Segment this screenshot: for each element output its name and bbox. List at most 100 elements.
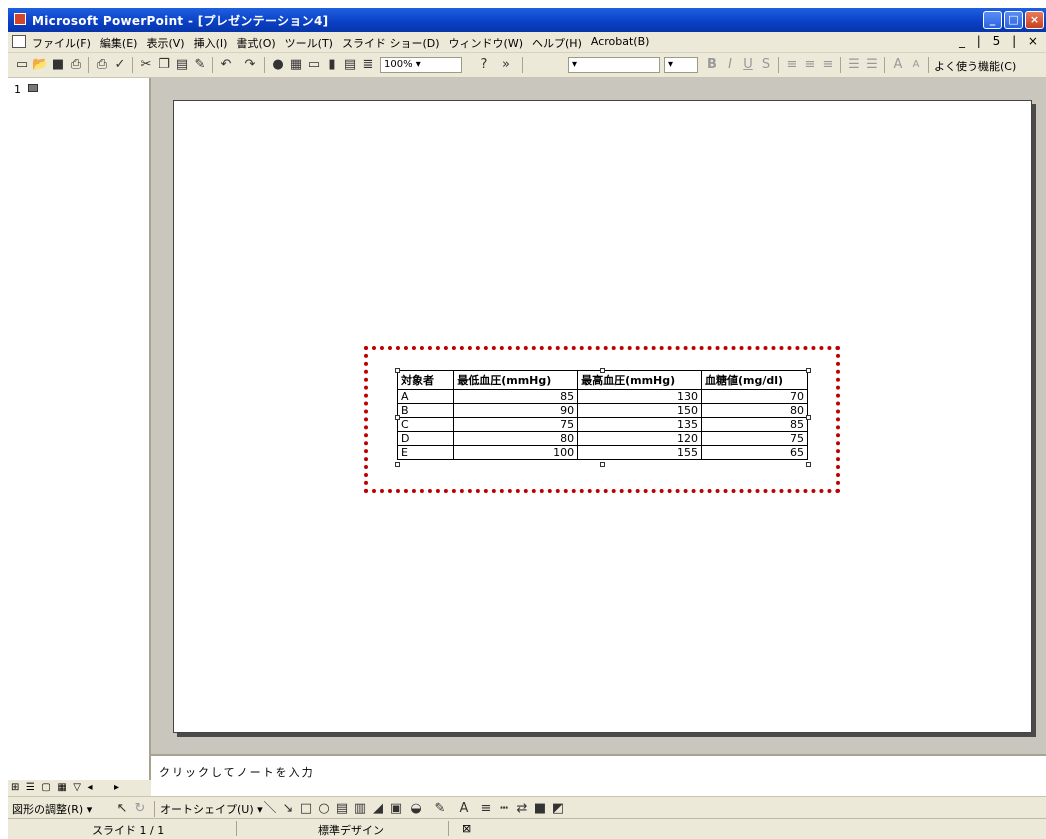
resize-handle-bottom-left[interactable] xyxy=(395,462,400,467)
hyperlink-icon[interactable]: ● xyxy=(270,57,286,73)
table-cell[interactable]: 120 xyxy=(577,431,702,446)
menu-edit[interactable]: 編集(E) xyxy=(100,35,138,51)
notes-pane[interactable]: クリックしてノートを入力 xyxy=(151,754,1046,780)
new-slide-icon[interactable]: ▤ xyxy=(342,57,358,73)
copy-icon[interactable]: ❐ xyxy=(156,57,172,73)
print-icon[interactable]: ⎙ xyxy=(94,57,110,73)
table-cell[interactable]: 80 xyxy=(453,431,579,446)
minimize-button[interactable]: _ xyxy=(983,11,1002,29)
slideshow-view-icon[interactable]: ▽ xyxy=(73,782,81,793)
table-cell[interactable]: 80 xyxy=(700,403,809,418)
line-style-icon[interactable]: ≡ xyxy=(478,801,494,817)
italic-icon[interactable]: I xyxy=(722,57,738,73)
diagram-icon[interactable]: ◢ xyxy=(370,801,386,817)
insert-chart-icon[interactable]: ▮ xyxy=(324,57,340,73)
arrow-style-icon[interactable]: ⇄ xyxy=(514,801,530,817)
align-right-icon[interactable]: ≡ xyxy=(820,57,836,73)
table-cell[interactable]: 75 xyxy=(453,417,579,432)
outline-view-icon[interactable]: ☰ xyxy=(26,782,35,793)
table-cell[interactable]: 130 xyxy=(577,389,702,404)
table-cell[interactable]: 135 xyxy=(577,417,702,432)
frequent-functions-button[interactable]: よく使う機能(C) xyxy=(934,58,1016,74)
resize-handle-top-right[interactable] xyxy=(806,368,811,373)
3d-style-icon[interactable]: ◩ xyxy=(550,801,566,817)
menu-tools[interactable]: ツール(T) xyxy=(285,35,333,51)
line-icon[interactable]: ＼ xyxy=(262,801,278,817)
scroll-left-icon[interactable]: ◂ xyxy=(87,782,92,793)
align-left-icon[interactable]: ≡ xyxy=(784,57,800,73)
table-cell[interactable]: 155 xyxy=(577,445,702,460)
table-cell[interactable]: D xyxy=(396,431,455,446)
rectangle-icon[interactable]: □ xyxy=(298,801,314,817)
format-painter-icon[interactable]: ✎ xyxy=(192,57,208,73)
undo-icon[interactable]: ↶ xyxy=(218,57,234,73)
table-cell[interactable]: E xyxy=(396,445,455,460)
font-select[interactable]: ▾ xyxy=(568,57,660,73)
header-subject[interactable]: 対象者 xyxy=(396,370,455,390)
new-icon[interactable]: ▭ xyxy=(14,57,30,73)
align-center-icon[interactable]: ≡ xyxy=(802,57,818,73)
resize-handle-right[interactable] xyxy=(806,415,811,420)
autoshapes-menu[interactable]: オートシェイプ(U) ▾ xyxy=(160,801,263,817)
menu-view[interactable]: 表示(V) xyxy=(146,35,184,51)
oval-icon[interactable]: ○ xyxy=(316,801,332,817)
select-objects-icon[interactable]: ↖ xyxy=(114,801,130,817)
permission-icon[interactable]: ⎙ xyxy=(68,57,84,73)
slide-canvas[interactable]: 対象者 最低血圧(mmHg) 最高血圧(mmHg) 血糖値(mg/dl) A 8… xyxy=(173,100,1032,733)
header-blood-sugar[interactable]: 血糖値(mg/dl) xyxy=(700,370,809,390)
resize-handle-left[interactable] xyxy=(395,415,400,420)
document-window-controls[interactable]: _ | 5 | × xyxy=(959,34,1042,48)
table-cell[interactable]: 85 xyxy=(453,389,579,404)
dash-style-icon[interactable]: ┅ xyxy=(496,801,512,817)
font-size-select[interactable]: ▾ xyxy=(664,57,698,73)
maximize-button[interactable]: □ xyxy=(1004,11,1023,29)
open-icon[interactable]: 📂 xyxy=(32,57,48,73)
spell-status-icon[interactable]: ⊠ xyxy=(462,822,471,835)
line-color-icon[interactable]: ✎ xyxy=(432,801,448,817)
arrow-icon[interactable]: ↘ xyxy=(280,801,296,817)
spelling-icon[interactable]: ✓ xyxy=(112,57,128,73)
slide-view-icon[interactable]: ▢ xyxy=(41,782,50,793)
table-cell[interactable]: 75 xyxy=(700,431,809,446)
shadow-icon[interactable]: S xyxy=(758,57,774,73)
slide-thumbnail[interactable] xyxy=(28,84,38,92)
resize-handle-bottom-right[interactable] xyxy=(806,462,811,467)
redo-icon[interactable]: ↷ xyxy=(242,57,258,73)
table-cell[interactable]: C xyxy=(396,417,455,432)
menu-insert[interactable]: 挿入(I) xyxy=(194,35,228,51)
expand-all-icon[interactable]: ≣ xyxy=(360,57,376,73)
font-color-icon[interactable]: A xyxy=(456,801,472,817)
cut-icon[interactable]: ✂ xyxy=(138,57,154,73)
help-icon[interactable]: ? xyxy=(476,57,492,73)
bold-icon[interactable]: B xyxy=(704,57,720,73)
menu-window[interactable]: ウィンドウ(W) xyxy=(449,35,523,51)
close-button[interactable]: × xyxy=(1025,11,1044,29)
table-cell[interactable]: B xyxy=(396,403,455,418)
menu-acrobat[interactable]: Acrobat(B) xyxy=(591,35,650,51)
menu-format[interactable]: 書式(O) xyxy=(236,35,275,51)
underline-icon[interactable]: U xyxy=(740,57,756,73)
sorter-view-icon[interactable]: ▦ xyxy=(57,782,66,793)
bullets-icon[interactable]: ☰ xyxy=(864,57,880,73)
menu-slideshow[interactable]: スライド ショー(D) xyxy=(342,35,440,51)
save-icon[interactable]: ■ xyxy=(50,57,66,73)
scroll-right-icon[interactable]: ▸ xyxy=(114,782,119,793)
table-cell[interactable]: 65 xyxy=(700,445,809,460)
wordart-icon[interactable]: ▥ xyxy=(352,801,368,817)
document-icon[interactable] xyxy=(12,35,26,48)
table-cell[interactable]: 70 xyxy=(700,389,809,404)
table-cell[interactable]: A xyxy=(396,389,455,404)
draw-adjust-menu[interactable]: 図形の調整(R) ▾ xyxy=(12,801,92,817)
decrease-font-icon[interactable]: A xyxy=(908,57,924,73)
table-cell[interactable]: 90 xyxy=(453,403,579,418)
increase-font-icon[interactable]: A xyxy=(890,57,906,73)
resize-handle-top-left[interactable] xyxy=(395,368,400,373)
data-table[interactable]: 対象者 最低血圧(mmHg) 最高血圧(mmHg) 血糖値(mg/dl) A 8… xyxy=(396,370,809,460)
paste-icon[interactable]: ▤ xyxy=(174,57,190,73)
numbering-icon[interactable]: ☰ xyxy=(846,57,862,73)
menu-help[interactable]: ヘルプ(H) xyxy=(532,35,582,51)
table-cell[interactable]: 100 xyxy=(453,445,579,460)
shadow-style-icon[interactable]: ■ xyxy=(532,801,548,817)
clipart-icon[interactable]: ▣ xyxy=(388,801,404,817)
textbox-icon[interactable]: ▤ xyxy=(334,801,350,817)
